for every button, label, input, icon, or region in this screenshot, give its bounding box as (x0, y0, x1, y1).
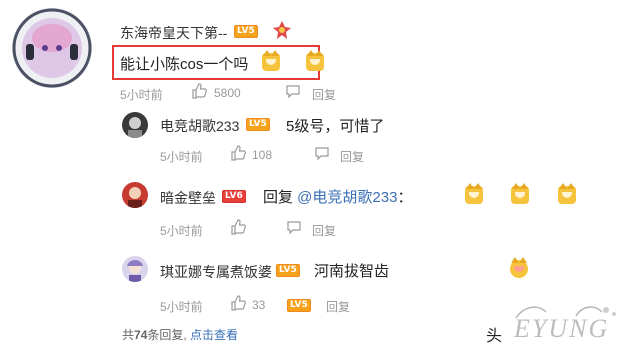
thumb-up-icon[interactable] (230, 219, 246, 240)
main-comment-username[interactable]: 东海帝皇天下第-- (120, 23, 227, 43)
reply1-username[interactable]: 电竞胡歌233 (160, 116, 239, 136)
reply-chat-icon[interactable] (285, 83, 301, 104)
watermark-left-text: 头 (486, 328, 503, 345)
reply2-reply-button[interactable]: 回复 (312, 222, 336, 239)
reply-chat-icon[interactable] (314, 145, 330, 166)
reply2-time: 5小时前 (160, 224, 203, 238)
watermark-brand-text: EYUNG (514, 314, 610, 343)
medal-icon (272, 20, 292, 40)
reply3-like-count: 33 (252, 298, 266, 312)
doge-emoji-icon (262, 50, 280, 71)
reply3-reply-button[interactable]: 回复 (326, 298, 350, 315)
reply1-text: 5级号，可惜了 (286, 118, 385, 135)
thumb-up-icon[interactable] (191, 83, 207, 104)
total-replies-prefix: 共 (122, 328, 135, 342)
doge-emoji-icon (464, 183, 483, 204)
doge-emoji-icon (557, 183, 576, 204)
thumb-up-icon[interactable] (230, 145, 246, 166)
reply-chat-icon[interactable] (286, 219, 302, 240)
main-commenter-avatar[interactable] (12, 8, 92, 88)
doge-emoji-icon (306, 50, 325, 71)
eyung-watermark-logo: EYUNG (506, 300, 636, 346)
reply2-avatar[interactable] (122, 182, 148, 208)
reply3-time: 5小时前 (160, 300, 203, 314)
total-replies-summary: 共74条回复, 点击查看 (122, 326, 238, 343)
reply1-avatar[interactable] (122, 112, 148, 138)
reply1-time: 5小时前 (160, 150, 203, 164)
blushing-face-emoji-icon (510, 257, 529, 278)
reply3-text: 河南拔智齿 (314, 263, 390, 280)
total-replies-count: 74 (134, 328, 148, 342)
reply2-text: 回复 @电竞胡歌233： (263, 186, 412, 207)
main-comment-like-count: 5800 (214, 86, 241, 100)
thumb-up-icon[interactable] (230, 295, 246, 316)
reply1-level-badge: LV5 (246, 118, 270, 131)
reply3-username[interactable]: 琪亚娜专属煮饭婆 (160, 262, 272, 282)
view-replies-link[interactable]: 点击查看 (190, 328, 238, 342)
main-comment-time: 5小时前 (120, 88, 163, 102)
reply3-avatar[interactable] (122, 256, 148, 282)
reply2-text-suffix: ： (397, 189, 413, 206)
main-comment-level-badge: LV5 (234, 25, 258, 38)
total-replies-suffix: 条回复, (147, 328, 191, 342)
reply1-like-count: 108 (252, 148, 273, 162)
doge-emoji-icon (511, 183, 530, 204)
reply3-level-badge-small: LV5 (287, 299, 311, 312)
main-comment-text: 能让小陈cos一个吗 (120, 56, 249, 73)
reply2-username[interactable]: 暗金壁垒 (160, 188, 216, 208)
reply2-text-prefix: 回复 (263, 189, 298, 206)
main-comment-reply-button[interactable]: 回复 (312, 86, 336, 103)
reply1-reply-button[interactable]: 回复 (340, 148, 364, 165)
reply2-mention-link[interactable]: @电竞胡歌233 (297, 189, 397, 206)
reply2-level-badge: LV6 (222, 190, 246, 203)
reply3-level-badge: LV5 (276, 264, 300, 277)
